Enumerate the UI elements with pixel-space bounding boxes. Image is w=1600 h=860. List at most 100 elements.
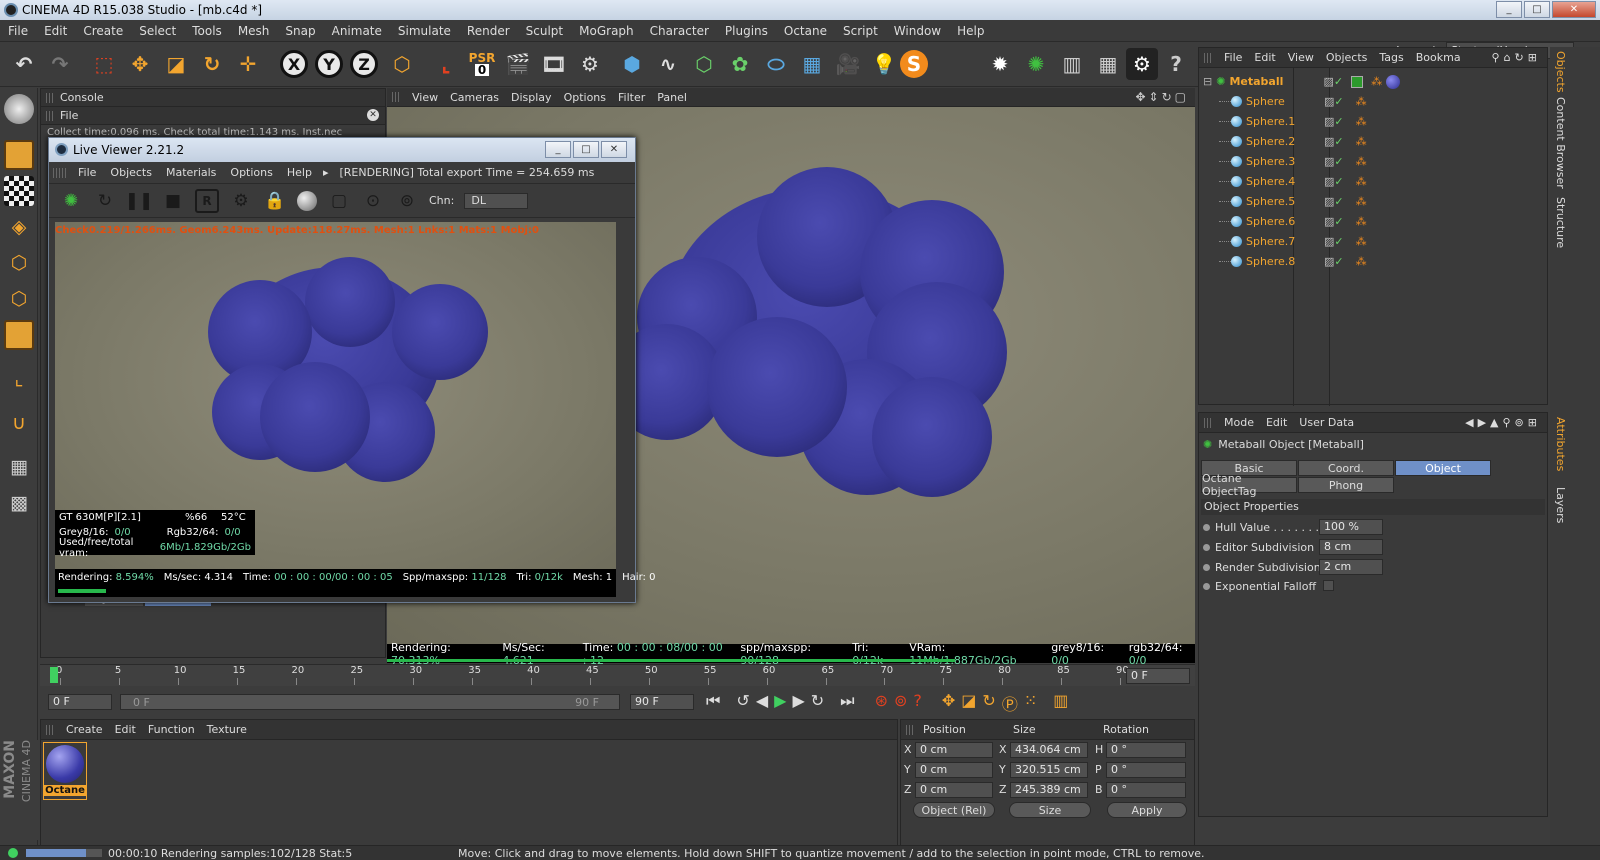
mat-menu-texture[interactable]: Texture (201, 723, 253, 736)
deformer-icon[interactable]: ⬭ (760, 48, 792, 80)
current-frame-field[interactable]: 0 F (1126, 668, 1190, 684)
console-close-icon[interactable]: ✕ (367, 109, 379, 121)
object-row-sphere[interactable]: Sphere.5 ▨ ✓ ⁂ (1199, 192, 1549, 211)
menu-help[interactable]: Help (949, 24, 992, 38)
menu-plugins[interactable]: Plugins (717, 24, 776, 38)
panel-grip-icon[interactable] (46, 724, 54, 735)
render-subdivision-field[interactable]: 2 cm (1319, 559, 1383, 575)
rotate-tool-icon[interactable]: ↻ (196, 48, 228, 80)
octane-tag-icon[interactable]: ⁂ (1356, 235, 1367, 248)
workplane-lock-icon[interactable]: ▩ (4, 488, 34, 518)
collapse-icon[interactable]: ⊟ (1203, 75, 1212, 88)
psr-icon[interactable]: PSR 0 (466, 48, 498, 80)
size-field[interactable]: 245.389 cm (1010, 782, 1088, 798)
attr-menu-mode[interactable]: Mode (1218, 416, 1260, 429)
rotation-field[interactable]: 0 ° (1106, 762, 1186, 778)
attr-tab-coord[interactable]: Coord. (1298, 460, 1394, 476)
next-keyframe-icon[interactable]: ↻ (811, 691, 824, 715)
key-scale-icon[interactable]: ◪ (961, 691, 976, 715)
attr-menu-user-data[interactable]: User Data (1293, 416, 1360, 429)
enabled-check-icon[interactable]: ✓ (1334, 255, 1343, 268)
object-row-sphere[interactable]: Sphere ▨ ✓ ⁂ (1199, 92, 1549, 111)
layout-panels-icon[interactable]: ▥ (1056, 48, 1088, 80)
visibility-toggle-icon[interactable]: ▨ (1324, 235, 1334, 248)
cloner-icon[interactable]: ✿ (724, 48, 756, 80)
frame-range-slider[interactable]: 0 F 90 F (120, 694, 620, 710)
render-settings-icon[interactable]: ⚙ (574, 48, 606, 80)
live-selection-icon[interactable]: ⬚ (88, 48, 120, 80)
visibility-toggle-icon[interactable]: ▨ (1324, 255, 1334, 268)
go-to-start-icon[interactable]: ⏮ (706, 691, 720, 715)
enabled-check-icon[interactable]: ✓ (1334, 155, 1343, 168)
enabled-check-icon[interactable]: ✓ (1334, 75, 1343, 88)
octane-tag-icon[interactable]: ⁂ (1371, 75, 1382, 88)
object-row-sphere[interactable]: Sphere.1 ▨ ✓ ⁂ (1199, 112, 1549, 131)
material-tag-icon[interactable] (1386, 74, 1401, 89)
menu-tools[interactable]: Tools (184, 24, 230, 38)
size-field[interactable]: 320.515 cm (1010, 762, 1088, 778)
position-field[interactable]: 0 cm (915, 782, 993, 798)
lv-pause-icon[interactable]: ❚❚ (125, 189, 154, 213)
panel-grip-icon[interactable] (46, 92, 54, 103)
key-pla-icon[interactable]: ⁙ (1024, 691, 1037, 715)
om-menu-bookmarks[interactable]: Bookma (1410, 51, 1467, 64)
lv-menu-help[interactable]: Help (280, 166, 319, 179)
om-menu-view[interactable]: View (1282, 51, 1320, 64)
object-row-sphere[interactable]: Sphere.4 ▨ ✓ ⁂ (1199, 172, 1549, 191)
attr-menu-edit[interactable]: Edit (1260, 416, 1293, 429)
viewport-menu-options[interactable]: Options (558, 91, 612, 104)
menu-mesh[interactable]: Mesh (230, 24, 278, 38)
viewport-navigation-icons[interactable]: ✥⇕↻▢ (1135, 90, 1189, 104)
light-icon[interactable]: 💡 (868, 48, 900, 80)
attr-tab-octane-objecttag[interactable]: Octane ObjectTag (1201, 472, 1297, 498)
lv-material-ball-icon[interactable] (297, 190, 317, 211)
menu-window[interactable]: Window (886, 24, 949, 38)
lv-close-button[interactable]: ✕ (601, 141, 627, 158)
side-tab-structure[interactable]: Structure (1554, 197, 1567, 248)
polygons-mode-icon[interactable] (4, 320, 34, 350)
rotation-field[interactable]: 0 ° (1106, 742, 1186, 758)
grid-layout-icon[interactable]: ▦ (1092, 48, 1124, 80)
close-button[interactable]: ✕ (1552, 1, 1596, 18)
octane-logo-icon[interactable]: S (900, 50, 928, 78)
scale-tool-icon[interactable]: ◪ (160, 48, 192, 80)
magnet-icon[interactable]: ∪ (4, 408, 34, 438)
menu-create[interactable]: Create (75, 24, 131, 38)
animation-dot-icon[interactable] (1203, 543, 1210, 551)
panel-grip-icon[interactable] (906, 724, 914, 735)
apply-button[interactable]: Apply (1107, 802, 1187, 818)
lv-stop-icon[interactable]: ■ (161, 189, 185, 213)
autokey-icon[interactable]: ⊚ (894, 691, 907, 715)
animation-dot-icon[interactable] (1203, 582, 1210, 590)
enabled-check-icon[interactable]: ✓ (1334, 115, 1343, 128)
octane-tag-icon[interactable]: ⁂ (1356, 135, 1367, 148)
viewport-menu-panel[interactable]: Panel (651, 91, 693, 104)
menu-sculpt[interactable]: Sculpt (518, 24, 571, 38)
previous-frame-icon[interactable]: ◀ (756, 691, 768, 715)
timeline-ruler[interactable]: 0 5 10 15 20 25 30 35 40 45 50 55 60 65 70 75 80 85 90 0 F (40, 664, 1195, 686)
object-row-sphere[interactable]: Sphere.6 ▨ ✓ ⁂ (1199, 212, 1549, 231)
om-search-home-icons[interactable]: ⚲⌂↻⊞ (1492, 51, 1541, 64)
move-tool-icon[interactable]: ✥ (124, 48, 156, 80)
edges-mode-icon[interactable]: ⬡ (4, 284, 34, 314)
menu-select[interactable]: Select (131, 24, 184, 38)
panel-grip-icon[interactable] (1204, 417, 1212, 428)
previous-keyframe-icon[interactable]: ↺ (736, 691, 749, 715)
texture-mode-icon[interactable] (4, 176, 34, 206)
visibility-toggle-icon[interactable]: ▨ (1324, 175, 1334, 188)
exponential-falloff-checkbox[interactable] (1323, 580, 1334, 591)
play-icon[interactable]: ▶ (774, 691, 786, 715)
snap-grid-icon[interactable]: ▦ (4, 452, 34, 482)
render-view-icon[interactable]: 🎬 (502, 48, 534, 80)
octane-tag-icon[interactable]: ⁂ (1356, 155, 1367, 168)
object-row-sphere[interactable]: Sphere.2 ▨ ✓ ⁂ (1199, 132, 1549, 151)
axis-icon[interactable]: ⌞ (430, 48, 462, 80)
y-axis-lock-icon[interactable]: Y (315, 50, 343, 78)
go-to-end-icon[interactable]: ⏭ (840, 691, 854, 715)
z-axis-lock-icon[interactable]: Z (350, 50, 378, 78)
attr-tab-object[interactable]: Object (1395, 460, 1491, 476)
visibility-toggle-icon[interactable]: ▨ (1324, 115, 1334, 128)
menu-script[interactable]: Script (835, 24, 886, 38)
coordinate-system-icon[interactable]: ⬡ (386, 48, 418, 80)
side-tab-attributes[interactable]: Attributes (1554, 417, 1567, 471)
